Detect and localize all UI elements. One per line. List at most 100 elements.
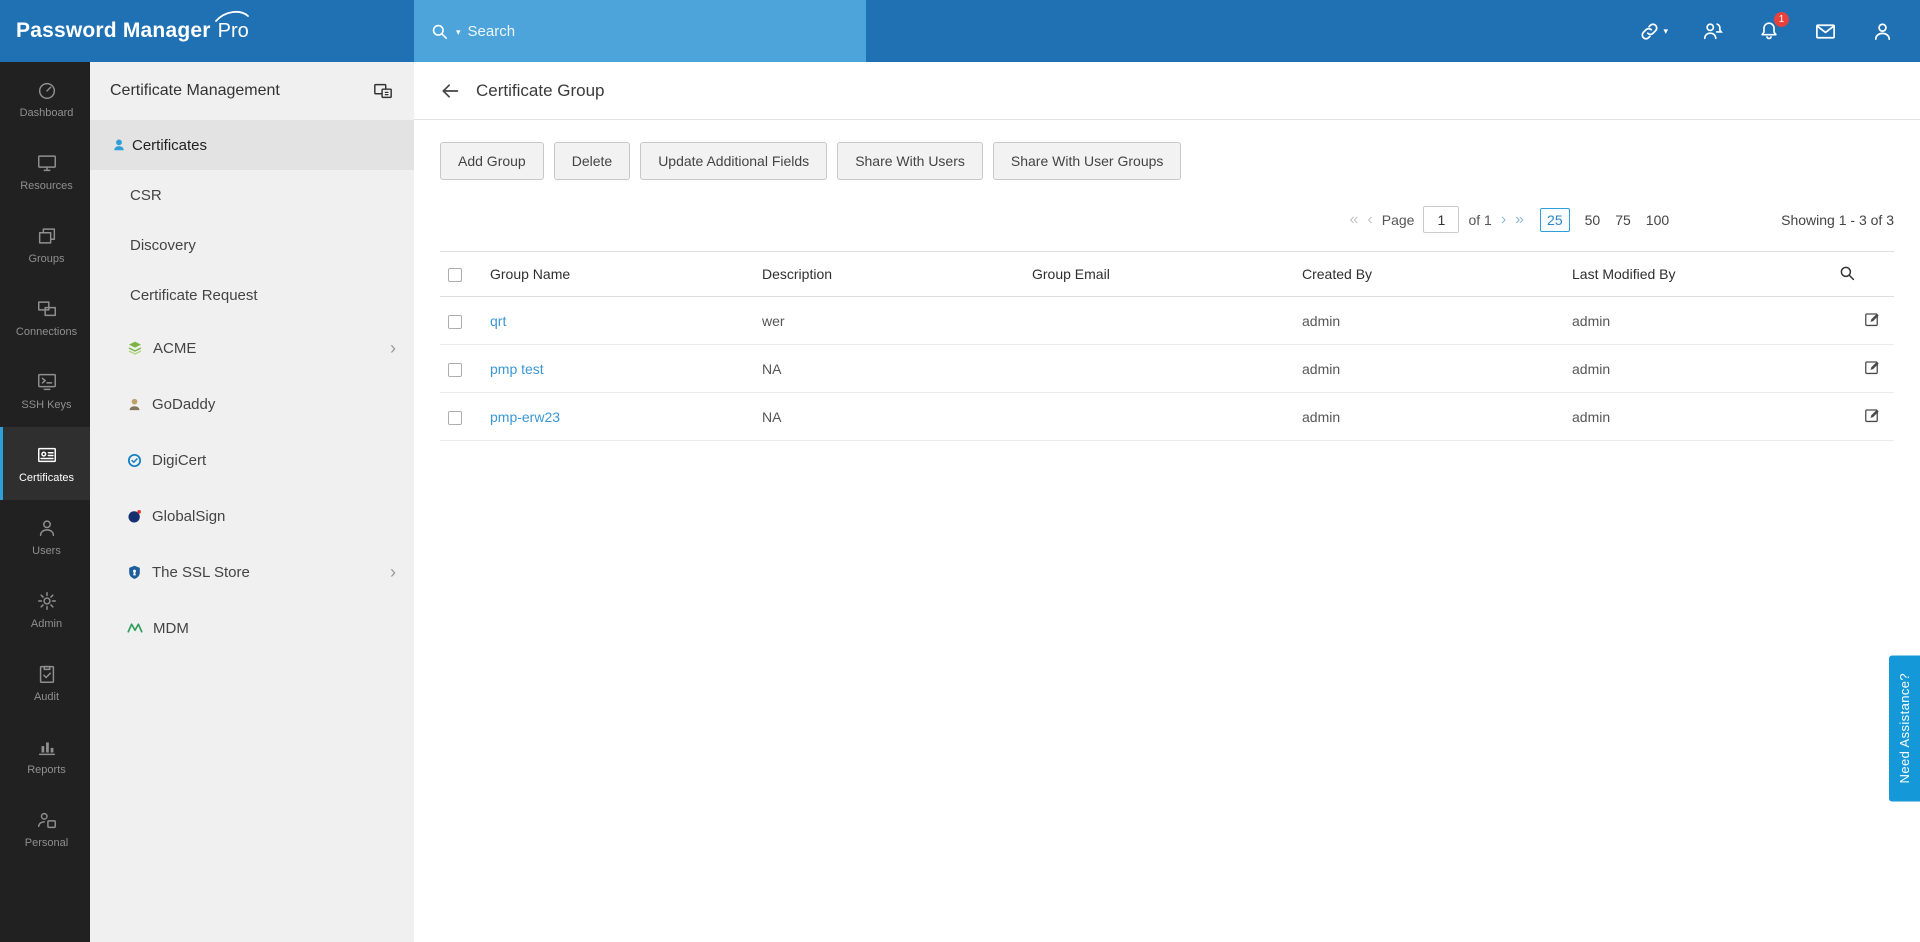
row-checkbox[interactable] <box>448 362 462 377</box>
select-all-checkbox[interactable] <box>448 268 462 283</box>
created-by-cell: admin <box>1294 392 1564 441</box>
search-input[interactable] <box>467 22 850 40</box>
edit-icon[interactable] <box>1863 310 1882 329</box>
godaddy-icon <box>126 396 143 413</box>
toolbar: Add Group Delete Update Additional Field… <box>440 142 1894 180</box>
logo-pro-text: Pro <box>214 10 249 43</box>
personal-icon <box>36 809 58 831</box>
page-size-75[interactable]: 75 <box>1615 212 1631 228</box>
table-row: qrt wer admin admin <box>440 296 1894 345</box>
caret-down-icon: ▾ <box>1663 25 1668 36</box>
group-name-link[interactable]: pmp test <box>490 361 544 377</box>
quick-switch-icon[interactable] <box>372 81 394 101</box>
sidebar-item-the-ssl-store[interactable]: The SSL Store › <box>90 544 414 600</box>
search-scope-caret-icon[interactable]: ▾ <box>456 27 461 38</box>
sidebar-item-csr[interactable]: CSR <box>90 170 414 220</box>
search-icon[interactable] <box>430 22 449 41</box>
sidebar-item-digicert[interactable]: DigiCert <box>90 432 414 488</box>
delete-button[interactable]: Delete <box>553 142 631 180</box>
rail-item-certificates[interactable]: Certificates <box>0 427 90 500</box>
profile-icon[interactable] <box>1871 20 1894 43</box>
page-input[interactable] <box>1423 206 1460 233</box>
group-name-link[interactable]: qrt <box>490 313 506 329</box>
sidebar-item-acme[interactable]: ACME › <box>90 320 414 376</box>
notification-badge: 1 <box>1774 12 1789 27</box>
mail-icon[interactable] <box>1814 20 1837 43</box>
page-size-25[interactable]: 25 <box>1540 207 1570 232</box>
group-email-cell <box>1024 296 1294 345</box>
sidebar-item-discovery[interactable]: Discovery <box>90 220 414 270</box>
rail-item-audit[interactable]: Audit <box>0 646 90 719</box>
rail-item-personal[interactable]: Personal <box>0 792 90 865</box>
sidebar-item-certificate-request[interactable]: Certificate Request <box>90 270 414 320</box>
topbar-icons: ▾ 1 <box>1639 0 1920 62</box>
col-created-by[interactable]: Created By <box>1294 251 1564 297</box>
rail-item-connections[interactable]: Connections <box>0 281 90 354</box>
chevron-right-icon[interactable]: › <box>390 563 396 581</box>
col-group-email[interactable]: Group Email <box>1024 251 1294 297</box>
global-search[interactable]: ▾ <box>414 0 866 62</box>
ssh-keys-icon <box>36 371 58 393</box>
sidebar: Certificate Management Certificates CSR … <box>90 62 414 942</box>
add-group-button[interactable]: Add Group <box>440 142 544 180</box>
col-description[interactable]: Description <box>754 251 1024 297</box>
audit-icon <box>36 663 58 685</box>
topbar: Password Manager Pro ▾ ▾ 1 <box>0 0 1920 62</box>
rail-item-groups[interactable]: Groups <box>0 208 90 281</box>
table-row: pmp-erw23 NA admin admin <box>440 392 1894 441</box>
description-cell: NA <box>754 392 1024 441</box>
modified-by-cell: admin <box>1564 344 1830 393</box>
resources-icon <box>36 152 58 174</box>
rail-item-reports[interactable]: Reports <box>0 719 90 792</box>
mdm-icon <box>126 619 144 637</box>
sidebar-item-certificates[interactable]: Certificates <box>90 120 414 170</box>
left-rail: Dashboard Resources Groups Connections S… <box>0 62 90 942</box>
sidebar-item-globalsign[interactable]: GlobalSign <box>90 488 414 544</box>
pagination-bar: « ‹ Page of 1 › » 25 50 75 100 Showi <box>440 206 1894 233</box>
rail-item-resources[interactable]: Resources <box>0 135 90 208</box>
quick-links-icon[interactable]: ▾ <box>1639 21 1668 42</box>
edit-icon[interactable] <box>1863 358 1882 377</box>
back-icon[interactable] <box>440 81 460 101</box>
chevron-right-icon[interactable]: › <box>390 339 396 357</box>
need-assistance-tab[interactable]: Need Assistance? <box>1889 655 1920 802</box>
page-size-options: 25 50 75 100 <box>1540 207 1669 232</box>
description-cell: NA <box>754 344 1024 393</box>
update-additional-fields-button[interactable]: Update Additional Fields <box>640 142 828 180</box>
share-with-user-groups-button[interactable]: Share With User Groups <box>992 142 1182 180</box>
dashboard-icon <box>36 79 58 101</box>
rail-item-users[interactable]: Users <box>0 500 90 573</box>
page-size-50[interactable]: 50 <box>1585 212 1601 228</box>
rail-item-ssh-keys[interactable]: SSH Keys <box>0 354 90 427</box>
page-of-label: of 1 <box>1468 211 1492 228</box>
row-checkbox[interactable] <box>448 314 462 329</box>
rail-item-admin[interactable]: Admin <box>0 573 90 646</box>
last-page-icon[interactable]: » <box>1515 211 1524 228</box>
sidebar-item-mdm[interactable]: MDM <box>90 600 414 656</box>
prev-page-icon[interactable]: ‹ <box>1367 211 1372 228</box>
group-email-cell <box>1024 392 1294 441</box>
certificates-icon <box>36 444 58 466</box>
notification-bell-icon[interactable]: 1 <box>1758 12 1789 42</box>
row-checkbox[interactable] <box>448 410 462 425</box>
next-page-icon[interactable]: › <box>1501 211 1506 228</box>
showing-count: Showing 1 - 3 of 3 <box>1781 211 1894 228</box>
edit-icon[interactable] <box>1863 406 1882 425</box>
group-email-cell <box>1024 344 1294 393</box>
sidebar-item-godaddy[interactable]: GoDaddy <box>90 376 414 432</box>
user-alert-icon[interactable] <box>1702 20 1724 42</box>
col-group-name[interactable]: Group Name <box>482 251 754 297</box>
app-logo[interactable]: Password Manager Pro <box>0 0 414 62</box>
page-content: Add Group Delete Update Additional Field… <box>414 120 1920 942</box>
table-search-icon[interactable] <box>1838 264 1860 282</box>
share-with-users-button[interactable]: Share With Users <box>837 142 983 180</box>
table-header-row: Group Name Description Group Email Creat… <box>440 251 1894 297</box>
group-name-link[interactable]: pmp-erw23 <box>490 409 560 425</box>
first-page-icon[interactable]: « <box>1350 211 1359 228</box>
page-size-100[interactable]: 100 <box>1646 212 1669 228</box>
col-last-modified-by[interactable]: Last Modified By <box>1564 251 1830 297</box>
connections-icon <box>36 298 58 320</box>
ssl-store-icon <box>126 564 143 581</box>
pager: « ‹ Page of 1 › » <box>1350 206 1524 233</box>
rail-item-dashboard[interactable]: Dashboard <box>0 62 90 135</box>
